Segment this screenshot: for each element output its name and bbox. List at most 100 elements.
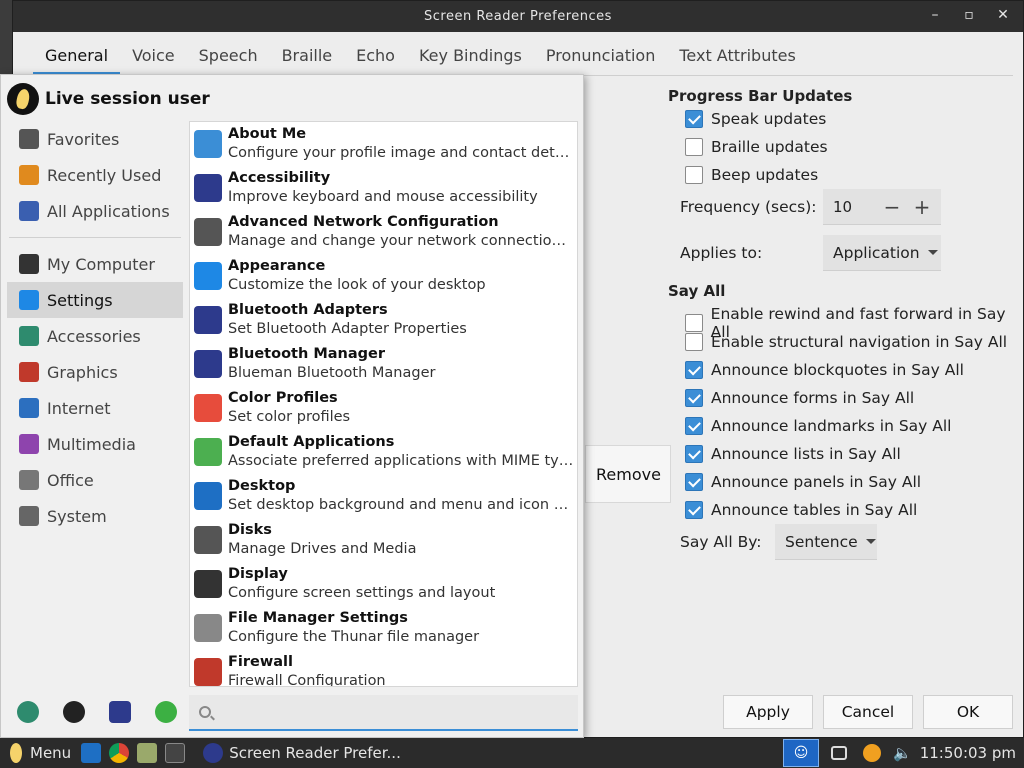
frequency-value[interactable]: 10 — [823, 198, 877, 216]
speak-updates-row[interactable]: Speak updates — [685, 110, 826, 128]
list-item[interactable]: File Manager Settings Configure the Thuna… — [190, 606, 577, 650]
say-all-option-checkbox[interactable] — [685, 417, 703, 435]
app-name: Display — [228, 566, 288, 582]
tab-key-bindings[interactable]: Key Bindings — [407, 36, 534, 75]
app-text: Bluetooth Manager Blueman Bluetooth Manag… — [228, 345, 574, 383]
bookmark-icon — [19, 129, 39, 149]
taskbar-window-item[interactable]: Screen Reader Prefer... — [195, 743, 409, 763]
frequency-spinner[interactable]: 10 − + — [823, 189, 941, 225]
volume-icon[interactable]: 🔈 — [893, 744, 912, 762]
applies-to-dropdown[interactable]: Application — [823, 235, 941, 271]
list-item[interactable]: Color Profiles Set color profiles — [190, 386, 577, 430]
category-favorites[interactable]: Favorites — [7, 121, 183, 157]
notification-icon[interactable] — [831, 746, 848, 760]
list-item[interactable]: Firewall Firewall Configuration — [190, 650, 577, 686]
apply-button[interactable]: Apply — [723, 695, 813, 729]
category-accessories[interactable]: Accessories — [7, 318, 183, 354]
list-item[interactable]: About Me Configure your profile image and… — [190, 122, 577, 166]
say-all-option-row[interactable]: Announce panels in Say All — [685, 473, 921, 491]
category-system[interactable]: System — [7, 498, 183, 534]
close-icon[interactable]: ✕ — [993, 7, 1013, 23]
ok-button[interactable]: OK — [923, 695, 1013, 729]
speak-updates-checkbox[interactable] — [685, 110, 703, 128]
say-all-option-row[interactable]: Announce forms in Say All — [685, 389, 914, 407]
lock-icon[interactable] — [63, 701, 85, 723]
category-label: Office — [47, 470, 94, 490]
category-label: All Applications — [47, 201, 170, 221]
minus-icon[interactable]: − — [877, 195, 907, 219]
file-manager-icon — [194, 614, 222, 642]
tab-general[interactable]: General — [33, 36, 121, 75]
say-all-option-checkbox[interactable] — [685, 473, 703, 491]
say-all-option-row[interactable]: Announce tables in Say All — [685, 501, 917, 519]
tab-voice[interactable]: Voice — [120, 36, 187, 75]
category-label: Internet — [47, 398, 111, 418]
list-item[interactable]: Advanced Network Configuration Manage and… — [190, 210, 577, 254]
list-item[interactable]: Default Applications Associate preferred … — [190, 430, 577, 474]
title-bar[interactable]: Screen Reader Preferences – ▫ ✕ — [13, 1, 1023, 32]
update-icon[interactable] — [863, 744, 882, 762]
braille-updates-row[interactable]: Braille updates — [685, 138, 828, 156]
category-multimedia[interactable]: Multimedia — [7, 426, 183, 462]
app-name: Desktop — [228, 478, 296, 494]
category-recently-used[interactable]: Recently Used — [7, 157, 183, 193]
category-settings[interactable]: Settings — [7, 282, 183, 318]
clock[interactable]: 11:50:03 pm — [920, 744, 1016, 762]
tab-echo[interactable]: Echo — [344, 36, 407, 75]
logout-icon[interactable] — [155, 701, 177, 723]
beep-updates-checkbox[interactable] — [685, 166, 703, 184]
say-all-by-dropdown[interactable]: Sentence — [775, 524, 877, 560]
app-text: Disks Manage Drives and Media — [228, 521, 574, 559]
tab-text-attributes[interactable]: Text Attributes — [667, 36, 807, 75]
app-list[interactable]: About Me Configure your profile image and… — [189, 121, 578, 687]
braille-updates-checkbox[interactable] — [685, 138, 703, 156]
say-all-option-checkbox[interactable] — [685, 361, 703, 379]
list-item[interactable]: Display Configure screen settings and lay… — [190, 562, 577, 606]
tab-speech[interactable]: Speech — [187, 36, 270, 75]
app-text: Display Configure screen settings and lay… — [228, 565, 574, 603]
accessibility-tray-icon[interactable]: ☺ — [783, 739, 820, 767]
say-all-option-row[interactable]: Announce lists in Say All — [685, 445, 901, 463]
app-description: Configure the Thunar file manager — [228, 629, 480, 645]
cancel-button[interactable]: Cancel — [823, 695, 913, 729]
say-all-option-checkbox[interactable] — [685, 389, 703, 407]
say-all-option-checkbox[interactable] — [685, 333, 703, 351]
say-all-option-row[interactable]: Announce blockquotes in Say All — [685, 361, 964, 379]
terminal-icon[interactable] — [165, 743, 186, 763]
say-all-option-checkbox[interactable] — [685, 501, 703, 519]
list-item[interactable]: Appearance Customize the look of your des… — [190, 254, 577, 298]
list-item[interactable]: Bluetooth Manager Blueman Bluetooth Manag… — [190, 342, 577, 386]
minimize-icon[interactable]: – — [925, 7, 945, 23]
user-header[interactable]: Live session user — [7, 83, 210, 115]
software-manager-icon[interactable] — [17, 701, 39, 723]
category-graphics[interactable]: Graphics — [7, 354, 183, 390]
show-desktop-icon[interactable] — [81, 743, 102, 763]
frequency-label: Frequency (secs): — [680, 198, 817, 216]
say-all-option-row[interactable]: Enable structural navigation in Say All — [685, 333, 1007, 351]
app-text: Color Profiles Set color profiles — [228, 389, 574, 427]
app-text: Accessibility Improve keyboard and mouse … — [228, 169, 574, 207]
chrome-icon[interactable] — [109, 743, 130, 763]
category-my-computer[interactable]: My Computer — [7, 246, 183, 282]
plus-icon[interactable]: + — [907, 195, 937, 219]
remove-button[interactable]: Remove — [585, 445, 671, 503]
taskbar-menu-button[interactable]: Menu — [0, 738, 77, 768]
say-all-option-checkbox[interactable] — [685, 445, 703, 463]
tab-pronunciation[interactable]: Pronunciation — [534, 36, 668, 75]
say-all-option-row[interactable]: Announce landmarks in Say All — [685, 417, 952, 435]
category-all-applications[interactable]: All Applications — [7, 193, 183, 229]
category-office[interactable]: Office — [7, 462, 183, 498]
file-manager-icon[interactable] — [137, 743, 158, 763]
menu-search[interactable] — [189, 695, 578, 731]
search-input[interactable] — [221, 703, 541, 721]
list-item[interactable]: Desktop Set desktop background and menu a… — [190, 474, 577, 518]
switch-user-icon[interactable] — [109, 701, 131, 723]
maximize-icon[interactable]: ▫ — [959, 7, 979, 23]
beep-updates-row[interactable]: Beep updates — [685, 166, 818, 184]
tab-braille[interactable]: Braille — [270, 36, 345, 75]
list-item[interactable]: Bluetooth Adapters Set Bluetooth Adapter … — [190, 298, 577, 342]
category-internet[interactable]: Internet — [7, 390, 183, 426]
say-all-option-checkbox[interactable] — [685, 314, 703, 332]
list-item[interactable]: Disks Manage Drives and Media — [190, 518, 577, 562]
list-item[interactable]: Accessibility Improve keyboard and mouse … — [190, 166, 577, 210]
